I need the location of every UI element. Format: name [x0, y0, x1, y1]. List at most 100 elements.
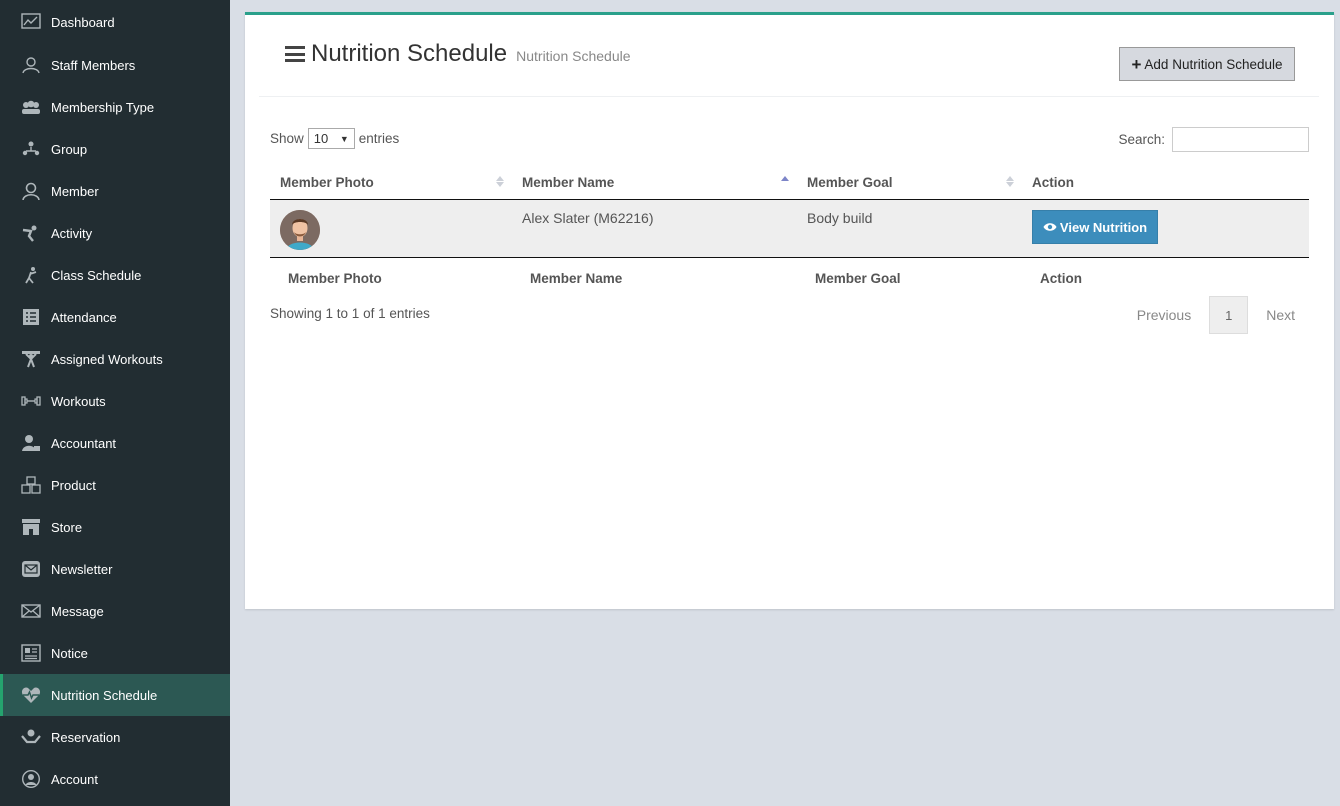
sidebar-item-activity[interactable]: Activity [0, 212, 230, 254]
view-nutrition-label: View Nutrition [1059, 219, 1148, 235]
column-header-label: Member Goal [807, 174, 893, 190]
column-header-label: Action [1032, 174, 1074, 190]
sidebar-item-label: Dashboard [51, 14, 115, 30]
sidebar-item-group[interactable]: Group [0, 128, 230, 170]
page-title: Nutrition Schedule [311, 40, 508, 67]
content-box: Nutrition Schedule Nutrition Schedule + … [245, 12, 1334, 609]
sort-ascending-icon [781, 175, 789, 181]
menu-icon [285, 46, 305, 62]
member-photo-cell [270, 200, 512, 257]
product-icon [20, 475, 42, 495]
heartbeat-icon [20, 685, 42, 705]
sidebar-item-label: Message [51, 603, 104, 619]
sidebar-item-label: Group [51, 141, 88, 157]
sidebar-item-membership-type[interactable]: Membership Type [0, 86, 230, 128]
sort-icon [496, 175, 504, 187]
accountant-icon [20, 433, 42, 453]
assigned-workouts-icon [20, 349, 42, 369]
sidebar-item-store[interactable]: Store [0, 506, 230, 548]
sidebar-item-label: Activity [51, 225, 93, 241]
notice-icon [20, 643, 42, 663]
store-icon [20, 517, 42, 537]
footer-action: Action [1040, 270, 1082, 286]
caret-down-icon: ▼ [339, 133, 349, 144]
group-icon [20, 139, 42, 159]
envelope-icon [20, 601, 42, 621]
search-label: Search: [1118, 132, 1165, 147]
search-control: Search: [1118, 127, 1309, 152]
show-label: Show [270, 131, 304, 146]
title-wrap: Nutrition Schedule Nutrition Schedule [285, 40, 631, 68]
sidebar-item-notice[interactable]: Notice [0, 632, 230, 674]
member-goal-cell: Body build [807, 210, 873, 226]
footer-member-photo: Member Photo [288, 270, 382, 286]
page-subtitle: Nutrition Schedule [516, 48, 631, 64]
table-row: Alex Slater (M62216) Body build View Nut… [270, 200, 1309, 258]
sidebar-item-label: Class Schedule [51, 267, 142, 283]
eye-icon [1043, 223, 1057, 231]
sort-icon [1006, 175, 1014, 187]
table-footer: Member Photo Member Name Member Goal Act… [270, 258, 1309, 298]
dashboard-icon [20, 12, 42, 32]
add-nutrition-schedule-button[interactable]: + Add Nutrition Schedule [1119, 47, 1295, 81]
sidebar-item-label: Nutrition Schedule [51, 687, 158, 703]
class-schedule-icon [20, 265, 42, 285]
sidebar-item-label: Attendance [51, 309, 117, 325]
sidebar-item-label: Accountant [51, 435, 117, 451]
next-button[interactable]: Next [1252, 296, 1309, 334]
action-cell: View Nutrition [1022, 200, 1309, 257]
account-icon [20, 769, 42, 789]
sidebar-item-newsletter[interactable]: Newsletter [0, 548, 230, 590]
column-header-member-goal[interactable]: Member Goal [797, 165, 1022, 200]
sidebar-item-attendance[interactable]: Attendance [0, 296, 230, 338]
sidebar-item-class-schedule[interactable]: Class Schedule [0, 254, 230, 296]
sidebar-item-staff-members[interactable]: Staff Members [0, 44, 230, 86]
footer-member-name: Member Name [530, 270, 623, 286]
previous-button[interactable]: Previous [1123, 296, 1205, 334]
sidebar-item-label: Reservation [51, 729, 121, 745]
sidebar: Dashboard Staff Members Membership Type … [0, 0, 230, 806]
sidebar-item-label: Newsletter [51, 561, 113, 577]
newsletter-icon [20, 559, 42, 579]
column-header-member-photo[interactable]: Member Photo [270, 165, 512, 200]
activity-icon [20, 223, 42, 243]
table-info: Showing 1 to 1 of 1 entries [270, 306, 430, 321]
entries-select[interactable]: 10 ▼ [307, 128, 355, 149]
member-name-cell: Alex Slater (M62216) [522, 210, 654, 226]
sidebar-item-label: Staff Members [51, 57, 136, 73]
staff-icon [20, 55, 42, 75]
footer-member-goal: Member Goal [815, 270, 901, 286]
plus-icon: + [1131, 54, 1142, 74]
view-nutrition-button[interactable]: View Nutrition [1032, 210, 1158, 244]
sidebar-item-member[interactable]: Member [0, 170, 230, 212]
sidebar-item-accountant[interactable]: Accountant [0, 422, 230, 464]
avatar [280, 210, 320, 250]
sidebar-item-label: Account [51, 771, 98, 787]
sidebar-item-label: Store [51, 519, 83, 535]
column-header-label: Member Name [522, 174, 615, 190]
sidebar-item-label: Product [51, 477, 96, 493]
sidebar-item-nutrition-schedule[interactable]: Nutrition Schedule [0, 674, 230, 716]
sidebar-item-label: Notice [51, 645, 88, 661]
nutrition-table: Member Photo Member Name Member Goal Act… [270, 165, 1309, 298]
sidebar-item-product[interactable]: Product [0, 464, 230, 506]
column-header-label: Member Photo [280, 174, 374, 190]
sidebar-item-assigned-workouts[interactable]: Assigned Workouts [0, 338, 230, 380]
sidebar-item-reservation[interactable]: Reservation [0, 716, 230, 758]
box-header: Nutrition Schedule Nutrition Schedule + … [259, 15, 1319, 97]
sidebar-item-label: Membership Type [51, 99, 155, 115]
search-input[interactable] [1172, 127, 1309, 152]
entries-length-control: Show 10 ▼ entries [270, 128, 399, 149]
page-button-1[interactable]: 1 [1209, 296, 1249, 334]
sidebar-item-message[interactable]: Message [0, 590, 230, 632]
sidebar-item-workouts[interactable]: Workouts [0, 380, 230, 422]
dumbbell-icon [20, 391, 42, 411]
entries-select-value: 10 [313, 131, 329, 146]
membership-icon [20, 97, 42, 117]
member-icon [20, 181, 42, 201]
sidebar-item-dashboard[interactable]: Dashboard [0, 0, 230, 44]
sidebar-item-account[interactable]: Account [0, 758, 230, 800]
column-header-member-name[interactable]: Member Name [512, 165, 797, 200]
add-button-label: Add Nutrition Schedule [1144, 56, 1283, 72]
attendance-icon [20, 307, 42, 327]
